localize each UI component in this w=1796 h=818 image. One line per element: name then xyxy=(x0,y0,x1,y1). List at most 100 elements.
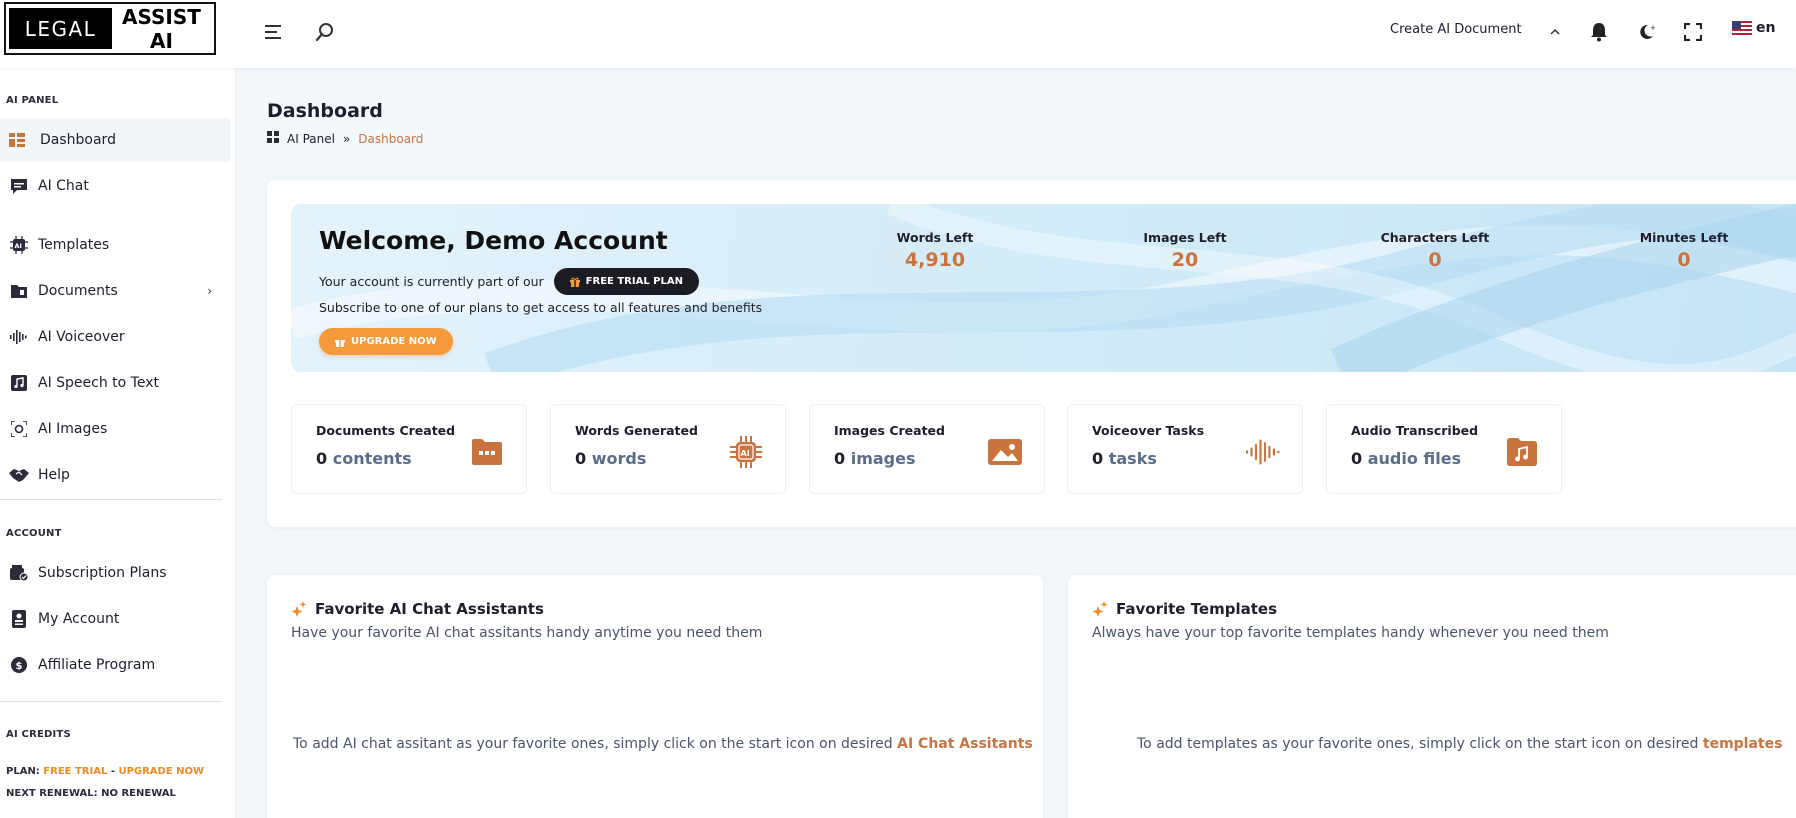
favorite-chat-hint-text: To add AI chat assitant as your favorite… xyxy=(293,736,893,752)
sidebar-item-label: AI Chat xyxy=(38,178,89,194)
svg-text:$: $ xyxy=(16,661,23,672)
grid-icon xyxy=(267,131,279,146)
menu-icon[interactable] xyxy=(262,20,286,44)
bell-icon[interactable] xyxy=(1587,20,1611,44)
ai-chip-icon: AI xyxy=(0,236,38,254)
stat-value: 4,910 xyxy=(904,249,966,271)
moon-icon[interactable]: + xyxy=(1634,20,1658,44)
sidebar-divider xyxy=(0,701,222,702)
sidebar-item-ai-chat[interactable]: AI Chat xyxy=(0,164,230,208)
sidebar-item-dashboard[interactable]: Dashboard xyxy=(0,118,230,162)
sidebar-item-subscription-plans[interactable]: Subscription Plans xyxy=(0,551,230,595)
dashboard-icon xyxy=(0,133,34,147)
music-note-icon xyxy=(0,375,38,391)
fullscreen-icon[interactable] xyxy=(1681,20,1705,44)
svg-text:+: + xyxy=(1650,24,1656,32)
sidebar-item-label: AI Voiceover xyxy=(38,329,125,345)
ai-chip-icon: AI xyxy=(729,435,763,469)
image-scan-icon xyxy=(0,421,38,437)
plan-badge-label: FREE TRIAL PLAN xyxy=(585,276,683,287)
upgrade-now-button[interactable]: UPGRADE NOW xyxy=(319,328,453,355)
sidebar-item-ai-voiceover[interactable]: AI Voiceover xyxy=(0,315,230,359)
stat-label: Minutes Left xyxy=(1639,230,1729,245)
gift-icon xyxy=(569,277,580,287)
favorite-chat-subtitle: Have your favorite AI chat assitants han… xyxy=(291,625,763,641)
svg-text:AI: AI xyxy=(741,449,750,458)
stat-value: 20 xyxy=(1171,249,1199,271)
us-flag-icon xyxy=(1732,21,1752,35)
sidebar-item-help[interactable]: Help xyxy=(0,453,230,497)
welcome-plan-text: Your account is currently part of our xyxy=(319,274,544,289)
sidebar-item-label: AI Images xyxy=(38,421,108,437)
metric-value: 0 tasks xyxy=(1092,449,1157,468)
metric-title: Voiceover Tasks xyxy=(1092,423,1205,438)
metric-title: Documents Created xyxy=(316,423,456,438)
chevron-up-icon[interactable] xyxy=(1543,20,1567,44)
sidebar-item-label: Help xyxy=(38,467,70,483)
plan-value: FREE TRIAL xyxy=(43,766,108,777)
favorite-chat-title: Favorite AI Chat Assistants xyxy=(291,600,544,618)
stat-characters-left: Characters Left 0 xyxy=(1365,230,1505,271)
id-card-icon xyxy=(0,610,38,628)
sidebar-item-ai-speech-to-text[interactable]: AI Speech to Text xyxy=(0,361,230,405)
chat-icon xyxy=(0,178,38,194)
sidebar: AI PANEL Dashboard AI Chat AI Templates … xyxy=(0,68,236,818)
upgrade-now-label: UPGRADE NOW xyxy=(351,336,437,347)
favorite-chat-assistants-card: Favorite AI Chat Assistants Have your fa… xyxy=(267,575,1043,818)
breadcrumb-root[interactable]: AI Panel xyxy=(287,132,335,146)
metric-value: 0 contents xyxy=(316,449,412,468)
favorite-templates-hint: To add templates as your favorite ones, … xyxy=(1137,736,1782,752)
plan-line: PLAN: FREE TRIAL - UPGRADE NOW xyxy=(6,766,204,777)
metric-unit: images xyxy=(850,449,916,468)
language-selector[interactable]: en xyxy=(1732,20,1775,36)
welcome-title: Welcome, Demo Account xyxy=(319,226,668,255)
metric-count: 0 xyxy=(834,449,846,468)
wallet-icon xyxy=(0,565,38,581)
sidebar-upgrade-link[interactable]: UPGRADE NOW xyxy=(118,766,204,777)
sidebar-item-templates[interactable]: AI Templates xyxy=(0,223,230,267)
stat-label: Characters Left xyxy=(1380,230,1490,245)
metric-title: Words Generated xyxy=(575,423,698,438)
section-account: ACCOUNT xyxy=(6,528,62,539)
sparkle-star-icon xyxy=(291,601,307,617)
favorite-templates-hint-text: To add templates as your favorite ones, … xyxy=(1137,736,1699,752)
logo[interactable]: LEGAL ASSIST AI xyxy=(4,2,216,55)
metric-value: 0 audio files xyxy=(1351,449,1461,468)
metric-unit: contents xyxy=(332,449,412,468)
metric-count: 0 xyxy=(1351,449,1363,468)
metric-unit: audio files xyxy=(1367,449,1462,468)
logo-right-text: ASSIST AI xyxy=(122,4,201,53)
stat-words-left: Words Left 4,910 xyxy=(865,230,1005,271)
metric-words-generated: Words Generated 0 words AI xyxy=(550,404,786,494)
sidebar-item-ai-images[interactable]: AI Images xyxy=(0,407,230,451)
favorite-templates-title-text: Favorite Templates xyxy=(1116,600,1277,618)
welcome-plan-line: Your account is currently part of our FR… xyxy=(319,268,699,295)
metric-audio-transcribed: Audio Transcribed 0 audio files xyxy=(1326,404,1562,494)
favorite-templates-subtitle: Always have your top favorite templates … xyxy=(1092,625,1609,641)
sidebar-divider xyxy=(0,499,222,500)
plan-badge[interactable]: FREE TRIAL PLAN xyxy=(553,268,699,295)
search-icon[interactable] xyxy=(313,20,337,44)
breadcrumb: AI Panel » Dashboard xyxy=(267,131,423,146)
ai-chat-assistants-link[interactable]: AI Chat Assitants xyxy=(897,736,1033,752)
logo-left-text: LEGAL xyxy=(9,8,112,49)
chevron-right-icon: › xyxy=(207,284,212,298)
sidebar-item-label: Affiliate Program xyxy=(38,657,156,673)
gift-icon xyxy=(335,339,345,347)
sidebar-item-documents[interactable]: Documents › xyxy=(0,269,230,313)
dollar-badge-icon: $ xyxy=(0,657,38,673)
sidebar-item-label: My Account xyxy=(38,611,120,627)
metric-documents-created: Documents Created 0 contents xyxy=(291,404,527,494)
sidebar-item-my-account[interactable]: My Account xyxy=(0,597,230,641)
metric-unit: words xyxy=(591,449,647,468)
stat-value: 0 xyxy=(1677,249,1691,271)
overview-card: Welcome, Demo Account Your account is cu… xyxy=(267,180,1796,527)
plan-sep: - xyxy=(110,766,115,777)
waveform-icon xyxy=(0,330,38,344)
sidebar-item-affiliate-program[interactable]: $ Affiliate Program xyxy=(0,643,230,687)
stat-value: 0 xyxy=(1428,249,1442,271)
templates-link[interactable]: templates xyxy=(1703,736,1783,752)
language-label: en xyxy=(1756,20,1776,36)
create-ai-document-dropdown[interactable]: Create AI Document xyxy=(1390,22,1522,37)
metric-title: Images Created xyxy=(834,423,945,438)
